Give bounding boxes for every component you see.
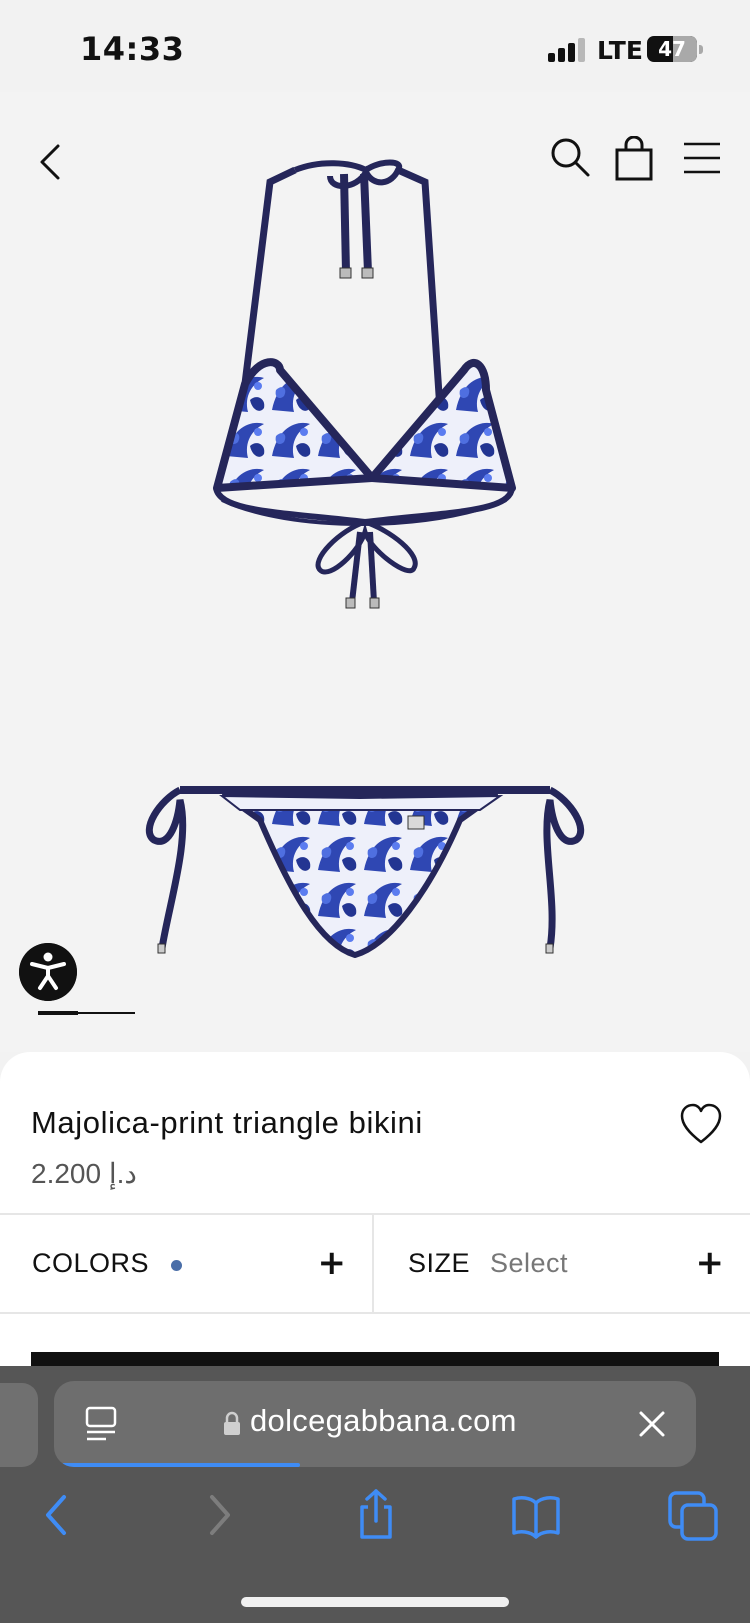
colors-selector[interactable]: COLORS + [0,1215,374,1312]
page-format-icon[interactable] [84,1405,118,1443]
product-image[interactable] [130,140,610,1010]
bag-icon[interactable] [612,136,656,182]
heart-icon[interactable] [678,1102,724,1146]
product-info-sheet [0,1052,750,1372]
close-icon[interactable] [636,1408,668,1440]
battery-tip [699,45,703,54]
product-options-row: COLORS + SIZE Select + [0,1213,750,1314]
previous-tab-preview[interactable] [0,1383,38,1467]
status-time: 14:33 [80,30,185,68]
menu-icon[interactable] [680,138,724,178]
expand-colors-icon: + [317,1243,347,1283]
image-carousel-indicator[interactable] [38,1011,135,1015]
product-title: Majolica-print triangle bikini [31,1105,423,1140]
lock-icon [224,1411,240,1435]
home-indicator[interactable] [241,1597,509,1607]
bookmarks-icon[interactable] [508,1487,564,1543]
tabs-icon[interactable] [666,1487,722,1543]
size-selector[interactable]: SIZE Select + [376,1215,750,1312]
battery-level: 47 [658,37,686,61]
size-value: Select [490,1248,569,1278]
expand-size-icon: + [695,1243,725,1283]
share-icon[interactable] [348,1487,404,1543]
product-price: 2.200 د.إ [31,1158,137,1189]
browser-forward-icon[interactable] [190,1487,246,1543]
color-swatch [171,1260,182,1271]
carousel-active-segment [38,1011,78,1015]
accessibility-icon[interactable] [19,943,77,1001]
browser-back-icon[interactable] [30,1487,86,1543]
page-load-progress [62,1463,300,1467]
back-button[interactable] [30,140,74,184]
address-bar[interactable]: dolcegabbana.com [54,1381,696,1467]
url-text: dolcegabbana.com [250,1403,517,1438]
colors-label: COLORS [32,1248,150,1278]
battery-icon: 47 [647,36,697,62]
network-type: LTE [597,36,643,65]
size-label: SIZE [408,1248,471,1278]
cellular-signal-icon [548,38,588,62]
status-bar: 14:33 LTE 47 [0,0,750,92]
